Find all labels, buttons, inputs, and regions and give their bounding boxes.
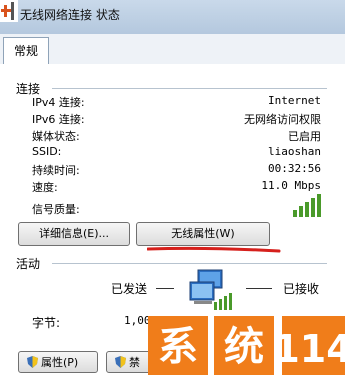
activity-divider <box>52 263 327 264</box>
shield-icon <box>115 356 126 368</box>
ipv6-label: IPv6 连接: <box>32 113 85 126</box>
wireless-properties-button[interactable]: 无线属性(W) <box>136 222 270 246</box>
network-icon <box>0 0 18 22</box>
watermark-logo: 系 统 114 <box>148 316 345 375</box>
ipv4-value: Internet <box>268 94 321 107</box>
sent-label: 已发送 <box>111 282 148 296</box>
received-line <box>246 288 272 289</box>
window-title: 无线网络连接 状态 <box>20 8 120 22</box>
signal-quality-label: 信号质量: <box>32 203 80 216</box>
details-button[interactable]: 详细信息(E)... <box>18 222 130 246</box>
sent-line <box>156 288 174 289</box>
media-state-value: 已启用 <box>288 130 321 143</box>
svg-text:114: 114 <box>273 327 345 371</box>
svg-text:统: 统 <box>224 324 264 370</box>
title-bar: 无线网络连接 状态 <box>0 0 345 34</box>
tab-general[interactable]: 常规 <box>3 37 49 64</box>
ssid-value: liaoshan <box>268 145 321 158</box>
shield-icon <box>27 356 38 368</box>
network-activity-icon <box>189 269 232 310</box>
bytes-sent-value: 1,00 <box>124 314 151 327</box>
red-annotation-underline <box>147 246 281 253</box>
speed-label: 速度: <box>32 181 58 194</box>
svg-text:系: 系 <box>158 324 198 370</box>
disable-button-label: 禁 <box>129 356 140 369</box>
bytes-label: 字节: <box>32 316 61 330</box>
connection-divider <box>52 88 327 89</box>
speed-value: 11.0 Mbps <box>261 179 321 192</box>
duration-value: 00:32:56 <box>268 162 321 175</box>
ipv4-label: IPv4 连接: <box>32 96 85 109</box>
ipv6-value: 无网络访问权限 <box>244 113 321 126</box>
media-state-label: 媒体状态: <box>32 130 80 143</box>
ssid-label: SSID: <box>32 145 62 158</box>
properties-button-label: 属性(P) <box>41 356 79 369</box>
duration-label: 持续时间: <box>32 164 80 177</box>
tab-strip: 常规 <box>0 34 345 65</box>
activity-section-label: 活动 <box>16 257 41 271</box>
signal-strength-icon <box>293 194 321 217</box>
properties-button[interactable]: 属性(P) <box>18 351 98 373</box>
received-label: 已接收 <box>283 282 320 296</box>
